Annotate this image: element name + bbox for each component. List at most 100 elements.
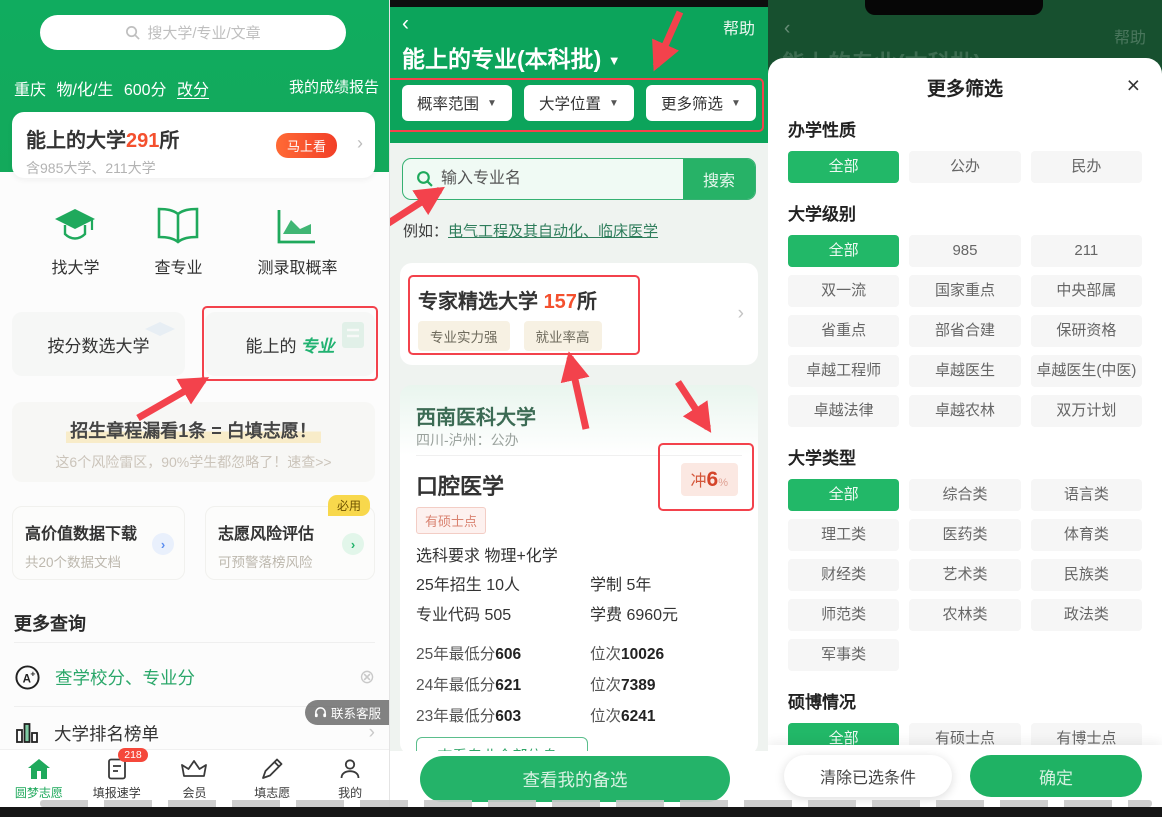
search-button[interactable]: 搜索	[683, 159, 755, 199]
filter-chip[interactable]: 军事类	[788, 639, 899, 671]
chevron-right-icon: ›	[369, 722, 375, 744]
filter-chip[interactable]: 体育类	[1031, 519, 1142, 551]
filter-chip[interactable]: 卓越工程师	[788, 355, 899, 387]
filter-chip[interactable]: 211	[1031, 235, 1142, 267]
tool-card-0[interactable]: 高价值数据下载 共20个数据文档 ›	[12, 506, 185, 580]
filter-dropdown-2[interactable]: 更多筛选 ▼	[646, 85, 756, 121]
tool-card-title: 高价值数据下载	[25, 520, 172, 544]
chevron-circle-icon[interactable]: ›	[152, 533, 174, 555]
filter-label: 大学位置	[539, 92, 601, 114]
tab-bar: 圆梦志愿 218 填报速学 会员 填志愿 我的	[0, 749, 389, 807]
chip-grid: 全部综合类语言类理工类医药类体育类财经类艺术类民族类师范类农林类政法类军事类	[788, 479, 1142, 671]
dismiss-icon[interactable]: ⊗	[359, 666, 375, 689]
quick-action-0[interactable]: 找大学	[51, 206, 99, 278]
filter-chip[interactable]: 部省合建	[909, 315, 1020, 347]
filter-chip[interactable]: 医药类	[909, 519, 1020, 551]
change-score-link[interactable]: 改分	[177, 82, 209, 99]
filter-chip[interactable]: 艺术类	[909, 559, 1020, 591]
filter-chip[interactable]: 综合类	[909, 479, 1020, 511]
expert-card-tags: 专业实力强就业率高	[418, 321, 602, 351]
filter-chip[interactable]: 卓越农林	[909, 395, 1020, 427]
tab-1[interactable]: 218 填报速学	[78, 750, 156, 807]
filter-chip[interactable]: 双一流	[788, 275, 899, 307]
filter-chip[interactable]: 公办	[909, 151, 1020, 183]
tab-3[interactable]: 填志愿	[233, 750, 311, 807]
filter-dropdown-1[interactable]: 大学位置 ▼	[524, 85, 634, 121]
major-result-card[interactable]: 西南医科大学 四川-泸州：公办 口腔医学 冲6% 有硕士点 选科要求 物理+化学…	[400, 385, 758, 755]
filter-chip[interactable]: 卓越医生(中医)	[1031, 355, 1142, 387]
university-name[interactable]: 西南医科大学	[416, 401, 536, 430]
score-report-link[interactable]: 我的成绩报告	[289, 76, 379, 100]
tab-4[interactable]: 我的	[311, 750, 389, 807]
example-links[interactable]: 电气工程及其自动化、临床医学	[448, 223, 658, 240]
filter-chip[interactable]: 省重点	[788, 315, 899, 347]
admissible-universities-card[interactable]: 能上的大学291所 含985大学、211大学 马上看 ›	[12, 112, 375, 178]
search-icon	[416, 170, 433, 187]
filter-chip[interactable]: 双万计划	[1031, 395, 1142, 427]
filter-chip[interactable]: 民族类	[1031, 559, 1142, 591]
contact-support-badge[interactable]: 联系客服	[305, 700, 389, 725]
query-row-label: 查学校分、专业分	[55, 665, 345, 690]
tab-0[interactable]: 圆梦志愿	[0, 750, 78, 807]
filter-chip[interactable]: 全部	[788, 479, 899, 511]
home-search-bar[interactable]: 搜大学/专业/文章	[40, 15, 346, 50]
confirm-button[interactable]: 确定	[970, 755, 1142, 797]
help-link-dimmed: 帮助	[1114, 24, 1146, 48]
masters-point-tag: 有硕士点	[416, 507, 486, 534]
query-row-0[interactable]: A+ 查学校分、专业分⊗	[0, 654, 389, 700]
page-title[interactable]: 能上的专业(本科批) ▼	[402, 40, 621, 74]
help-link[interactable]: 帮助	[723, 15, 755, 39]
filter-chip[interactable]: 985	[909, 235, 1020, 267]
filter-chip[interactable]: 国家重点	[909, 275, 1020, 307]
sheet-title: 更多筛选	[788, 74, 1142, 101]
filter-chip[interactable]: 卓越医生	[909, 355, 1020, 387]
score-bar: 重庆 物/化/生 600分 改分 我的成绩报告	[14, 76, 379, 100]
quick-action-2[interactable]: 测录取概率	[257, 206, 337, 278]
filter-sheet-screen: ‹ 帮助 能上的专业(本科批) 更多筛选 × 办学性质 全部公办民办 大学级别 …	[768, 0, 1162, 817]
quick-action-1[interactable]: 查专业	[154, 206, 202, 278]
filter-chip[interactable]: 民办	[1031, 151, 1142, 183]
city-label[interactable]: 重庆	[14, 82, 46, 99]
tool-card-1[interactable]: 必用 志愿风险评估 可预警落榜风险 ›	[205, 506, 375, 580]
quick-action-label: 找大学	[51, 254, 99, 278]
see-now-badge[interactable]: 马上看	[276, 133, 337, 158]
risk-banner[interactable]: 招生章程漏看1条 = 白填志愿！ 这6个风险雷区，90%学生都忽略了！速查>>	[12, 402, 375, 482]
view-my-shortlist-button[interactable]: 查看我的备选	[420, 756, 730, 802]
status-strip	[390, 0, 768, 7]
select-by-score-button[interactable]: 按分数选大学	[12, 312, 185, 376]
filter-chip[interactable]: 卓越法律	[788, 395, 899, 427]
filter-chip[interactable]: 农林类	[909, 599, 1020, 631]
major-search-bar[interactable]: 搜索	[402, 158, 756, 200]
filter-chip[interactable]: 理工类	[788, 519, 899, 551]
score-row: 24年最低分621位次7389	[416, 670, 742, 701]
filter-dropdown-0[interactable]: 概率范围 ▼	[402, 85, 512, 121]
clear-filters-button[interactable]: 清除已选条件	[784, 755, 952, 797]
filter-chip[interactable]: 师范类	[788, 599, 899, 631]
tab-label: 填报速学	[93, 784, 141, 801]
back-icon-dimmed: ‹	[784, 18, 790, 40]
filter-chip[interactable]: 政法类	[1031, 599, 1142, 631]
major-name[interactable]: 口腔医学	[416, 469, 504, 501]
chevron-circle-icon[interactable]: ›	[342, 533, 364, 555]
doc-watermark-icon	[339, 320, 367, 350]
filter-chip[interactable]: 保研资格	[1031, 315, 1142, 347]
tool-card-subtitle: 可预警落榜风险	[218, 551, 362, 571]
risk-banner-subtitle[interactable]: 这6个风险雷区，90%学生都忽略了！速查>>	[12, 452, 375, 472]
filter-chip[interactable]: 全部	[788, 151, 899, 183]
back-icon[interactable]: ‹	[402, 12, 409, 36]
majors-header	[390, 7, 768, 143]
filter-chip[interactable]: 财经类	[788, 559, 899, 591]
headset-icon	[314, 706, 327, 719]
close-icon[interactable]: ×	[1127, 74, 1140, 97]
cap-watermark-icon	[143, 320, 177, 344]
tab-2[interactable]: 会员	[156, 750, 234, 807]
contact-support-label: 联系客服	[331, 703, 381, 722]
chart-icon	[274, 206, 320, 246]
admissible-majors-button[interactable]: 能上的 专业	[205, 312, 375, 376]
major-search-input[interactable]	[403, 159, 683, 199]
filter-chip[interactable]: 全部	[788, 235, 899, 267]
app-screenshot: 搜大学/专业/文章 重庆 物/化/生 600分 改分 我的成绩报告 能上的大学2…	[0, 0, 1162, 817]
expert-universities-card[interactable]: 专家精选大学 157所 专业实力强就业率高 ›	[400, 263, 758, 365]
filter-chip[interactable]: 中央部属	[1031, 275, 1142, 307]
filter-chip[interactable]: 语言类	[1031, 479, 1142, 511]
